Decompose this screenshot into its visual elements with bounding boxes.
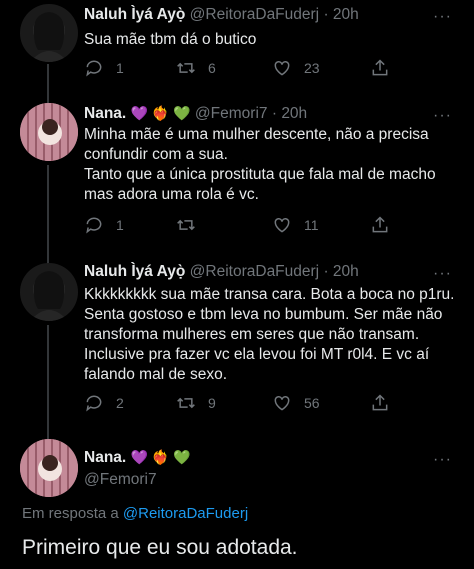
more-icon[interactable]: ··· xyxy=(433,8,452,26)
avatar[interactable] xyxy=(20,4,78,62)
author-name[interactable]: Naluh Ìyá Ayọ̀ xyxy=(84,6,185,23)
retweet-button[interactable]: 6 xyxy=(176,58,216,78)
share-button[interactable] xyxy=(370,215,390,235)
reply-icon xyxy=(86,217,102,234)
tweet-3[interactable]: Naluh Ìyá Ayọ̀ @ReitoraDaFuderj · 20h ··… xyxy=(0,255,474,440)
like-count: 23 xyxy=(304,60,320,76)
name-emojis: 💜 ❤️‍🔥 💚 xyxy=(130,449,191,465)
avatar[interactable] xyxy=(20,263,78,321)
tweet-2[interactable]: Nana. 💜 ❤️‍🔥 💚 @Femori7 · 20h ··· Minha … xyxy=(0,95,474,265)
reply-count: 1 xyxy=(116,60,124,76)
retweet-icon xyxy=(177,219,195,231)
author-handle[interactable]: @Femori7 xyxy=(84,471,157,488)
reply-button[interactable]: 1 xyxy=(84,58,124,78)
timestamp[interactable]: 20h xyxy=(281,105,307,122)
tweet-text: Minha mãe é uma mulher descente, não a p… xyxy=(84,126,436,203)
reply-to-link[interactable]: @ReitoraDaFuderj xyxy=(123,505,248,522)
share-button[interactable] xyxy=(370,58,390,78)
retweet-button[interactable] xyxy=(176,215,208,235)
like-button[interactable]: 11 xyxy=(272,215,319,235)
more-icon[interactable]: ··· xyxy=(433,107,452,125)
retweet-icon xyxy=(177,62,195,74)
retweet-button[interactable]: 9 xyxy=(176,393,216,413)
separator: · xyxy=(271,105,277,122)
reply-count: 1 xyxy=(116,217,124,233)
avatar[interactable] xyxy=(20,103,78,161)
tweet-1[interactable]: Naluh Ìyá Ayọ̀ @ReitoraDaFuderj · 20h ··… xyxy=(0,0,474,104)
author-handle[interactable]: @Femori7 xyxy=(195,105,268,122)
share-button[interactable] xyxy=(370,393,390,413)
author-handle[interactable]: @ReitoraDaFuderj xyxy=(190,6,319,23)
reply-prefix: Em resposta a xyxy=(22,505,119,522)
share-icon xyxy=(372,59,388,76)
more-icon[interactable]: ··· xyxy=(433,265,452,283)
author-name[interactable]: Naluh Ìyá Ayọ̀ xyxy=(84,263,185,280)
name-emojis: 💜 ❤️‍🔥 💚 xyxy=(130,105,191,121)
timestamp[interactable]: 20h xyxy=(333,6,359,23)
reply-button[interactable]: 1 xyxy=(84,215,124,235)
reply-button[interactable]: 2 xyxy=(84,393,124,413)
timestamp[interactable]: 20h xyxy=(333,263,359,280)
author-name[interactable]: Nana. xyxy=(84,105,126,122)
retweet-icon xyxy=(177,397,195,409)
reply-icon xyxy=(86,395,102,412)
like-button[interactable]: 23 xyxy=(272,58,320,78)
separator: · xyxy=(323,6,329,23)
like-count: 56 xyxy=(304,395,320,411)
reply-count: 2 xyxy=(116,395,124,411)
like-button[interactable]: 56 xyxy=(272,393,320,413)
tweet-text: Sua mãe tbm dá o butico xyxy=(84,31,257,48)
reply-icon xyxy=(86,60,102,77)
reply-context: Em resposta a @ReitoraDaFuderj xyxy=(22,505,248,522)
retweet-count: 9 xyxy=(208,395,216,411)
heart-icon xyxy=(274,217,290,233)
avatar[interactable] xyxy=(20,439,78,497)
tweet-text: Kkkkkkkkk sua mãe transa cara. Bota a bo… xyxy=(84,286,455,383)
author-name[interactable]: Nana. xyxy=(84,449,126,466)
heart-icon xyxy=(274,395,290,411)
share-icon xyxy=(372,216,388,233)
author-handle[interactable]: @ReitoraDaFuderj xyxy=(190,263,319,280)
separator: · xyxy=(323,263,329,280)
retweet-count: 6 xyxy=(208,60,216,76)
focused-tweet-text: Primeiro que eu sou adotada. xyxy=(22,536,298,559)
heart-icon xyxy=(274,60,290,76)
like-count: 11 xyxy=(304,217,319,233)
share-icon xyxy=(372,394,388,411)
more-icon[interactable]: ··· xyxy=(433,451,452,469)
